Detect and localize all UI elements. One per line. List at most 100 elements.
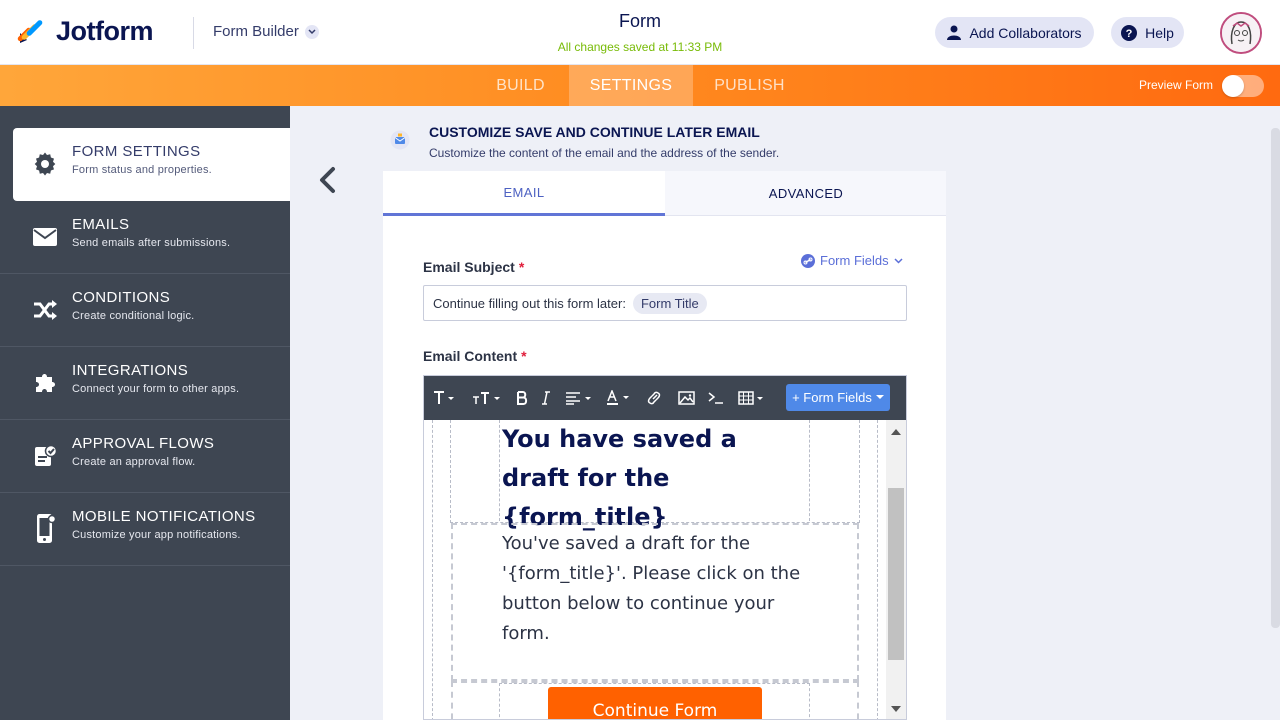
bold-button[interactable] xyxy=(514,388,530,408)
help-button[interactable]: ? Help xyxy=(1111,17,1184,48)
settings-sidebar: FORM SETTINGS Form status and properties… xyxy=(0,106,290,720)
bold-icon xyxy=(517,391,528,405)
sidebar-item-subtitle: Create conditional logic. xyxy=(72,310,195,322)
jotform-logo-icon xyxy=(17,19,43,43)
jotform-logo[interactable]: Jotform xyxy=(16,16,154,47)
required-mark: * xyxy=(521,348,527,364)
preview-form-toggle[interactable] xyxy=(1222,75,1264,97)
insert-table-button[interactable] xyxy=(737,388,767,408)
svg-text:?: ? xyxy=(1126,28,1133,40)
email-content-label: Email Content * xyxy=(423,348,527,364)
email-body-text: You've saved a draft for the '{form_titl… xyxy=(502,533,801,644)
scrollbar-thumb[interactable] xyxy=(888,488,904,660)
form-fields-label: Form Fields xyxy=(820,253,889,268)
sidebar-item-subtitle: Customize your app notifications. xyxy=(72,529,241,541)
help-icon: ? xyxy=(1121,24,1138,41)
panel-tabs: EMAIL ADVANCED xyxy=(383,171,946,216)
sidebar-item-title: APPROVAL FLOWS xyxy=(72,435,215,452)
email-settings-panel: EMAIL ADVANCED Email Subject * Form Field… xyxy=(383,171,946,720)
scroll-down-arrow-icon[interactable] xyxy=(891,706,901,712)
mobile-icon xyxy=(33,514,57,543)
form-fields-dropdown[interactable]: Form Fields xyxy=(801,253,903,268)
scroll-up-arrow-icon[interactable] xyxy=(891,429,901,435)
sidebar-item-title: FORM SETTINGS xyxy=(72,143,201,160)
text-icon xyxy=(434,391,454,404)
sidebar-item-emails[interactable]: EMAILS Send emails after submissions. xyxy=(0,201,290,274)
form-builder-label: Form Builder xyxy=(213,23,299,40)
toolbar-form-fields-label: + Form Fields xyxy=(792,390,872,405)
sidebar-item-conditions[interactable]: CONDITIONS Create conditional logic. xyxy=(0,274,290,347)
envelope-icon xyxy=(33,225,57,249)
sidebar-item-subtitle: Send emails after submissions. xyxy=(72,237,231,249)
back-button[interactable] xyxy=(312,162,342,198)
font-size-icon xyxy=(473,392,500,404)
chevron-down-icon xyxy=(894,257,903,264)
tab-email[interactable]: EMAIL xyxy=(383,171,665,216)
sidebar-item-form-settings[interactable]: FORM SETTINGS Form status and properties… xyxy=(13,128,290,201)
tab-publish[interactable]: PUBLISH xyxy=(693,65,806,106)
continue-form-button[interactable]: Continue Form xyxy=(548,687,762,719)
sidebar-item-title: INTEGRATIONS xyxy=(72,362,189,379)
table-icon xyxy=(738,391,763,405)
email-content-label-text: Email Content xyxy=(423,348,518,364)
sidebar-item-mobile-notifications[interactable]: MOBILE NOTIFICATIONS Customize your app … xyxy=(0,493,290,566)
text-color-button[interactable] xyxy=(606,388,632,408)
toggle-knob xyxy=(1222,75,1244,97)
tab-settings[interactable]: SETTINGS xyxy=(569,65,693,106)
add-collaborators-label: Add Collaborators xyxy=(969,24,1082,41)
insert-link-button[interactable] xyxy=(645,388,663,408)
tab-advanced[interactable]: ADVANCED xyxy=(665,171,947,216)
section-title: CUSTOMIZE SAVE AND CONTINUE LATER EMAIL xyxy=(429,124,760,140)
font-size-button[interactable] xyxy=(471,388,503,408)
shuffle-icon xyxy=(33,298,57,322)
puzzle-icon xyxy=(33,371,57,395)
sidebar-item-integrations[interactable]: INTEGRATIONS Connect your form to other … xyxy=(0,347,290,420)
gear-icon xyxy=(33,152,57,176)
email-content-editor[interactable]: + Form Fields You have saved a draft for… xyxy=(423,375,907,720)
toolbar-form-fields-button[interactable]: + Form Fields xyxy=(786,384,890,411)
approval-icon xyxy=(33,444,57,468)
form-title-block: Form All changes saved at 11:33 PM xyxy=(490,11,790,54)
chevron-down-icon xyxy=(304,24,319,39)
builder-nav: BUILD SETTINGS PUBLISH Preview Form xyxy=(0,65,1280,106)
sidebar-item-title: MOBILE NOTIFICATIONS xyxy=(72,508,256,525)
header-divider xyxy=(193,17,194,49)
email-heading: You have saved a draft for the {form_tit… xyxy=(502,425,737,531)
source-code-button[interactable] xyxy=(706,388,726,408)
sidebar-item-approval-flows[interactable]: APPROVAL FLOWS Create an approval flow. xyxy=(0,420,290,493)
sidebar-item-subtitle: Connect your form to other apps. xyxy=(72,383,240,395)
align-button[interactable] xyxy=(564,388,594,408)
sidebar-item-title: CONDITIONS xyxy=(72,289,171,306)
form-builder-menu[interactable]: Form Builder xyxy=(213,23,319,40)
subject-text: Continue filling out this form later: xyxy=(433,295,626,311)
sidebar-item-subtitle: Create an approval flow. xyxy=(72,456,196,468)
top-header: Jotform Form Builder Form All changes sa… xyxy=(0,0,1280,65)
tab-build[interactable]: BUILD xyxy=(472,65,569,106)
font-family-button[interactable] xyxy=(431,388,457,408)
chevron-left-icon xyxy=(320,167,335,193)
italic-button[interactable] xyxy=(538,388,554,408)
add-collaborators-button[interactable]: Add Collaborators xyxy=(935,17,1094,48)
brand-name: Jotform xyxy=(56,16,154,46)
avatar-illustration-icon xyxy=(1222,14,1260,52)
terminal-icon xyxy=(708,392,723,404)
form-title[interactable]: Form xyxy=(490,11,790,32)
italic-icon xyxy=(542,391,550,405)
email-settings-icon xyxy=(390,130,410,150)
link-icon xyxy=(801,253,815,268)
email-subject-label: Email Subject * xyxy=(423,259,524,275)
help-label: Help xyxy=(1145,24,1174,41)
editor-scrollbar[interactable] xyxy=(886,420,906,719)
page-scrollbar[interactable] xyxy=(1271,128,1280,628)
sidebar-item-subtitle: Form status and properties. xyxy=(72,164,212,176)
email-subject-input[interactable]: Continue filling out this form later: Fo… xyxy=(423,285,907,321)
insert-image-button[interactable] xyxy=(676,388,696,408)
caret-down-icon xyxy=(875,395,884,399)
save-status: All changes saved at 11:33 PM xyxy=(557,40,723,54)
email-subject-label-text: Email Subject xyxy=(423,259,515,275)
align-left-icon xyxy=(566,392,591,405)
required-mark: * xyxy=(518,259,525,275)
email-preview-canvas[interactable]: You have saved a draft for the {form_tit… xyxy=(424,420,886,719)
form-title-chip[interactable]: Form Title xyxy=(632,292,707,314)
user-avatar[interactable] xyxy=(1220,12,1262,54)
